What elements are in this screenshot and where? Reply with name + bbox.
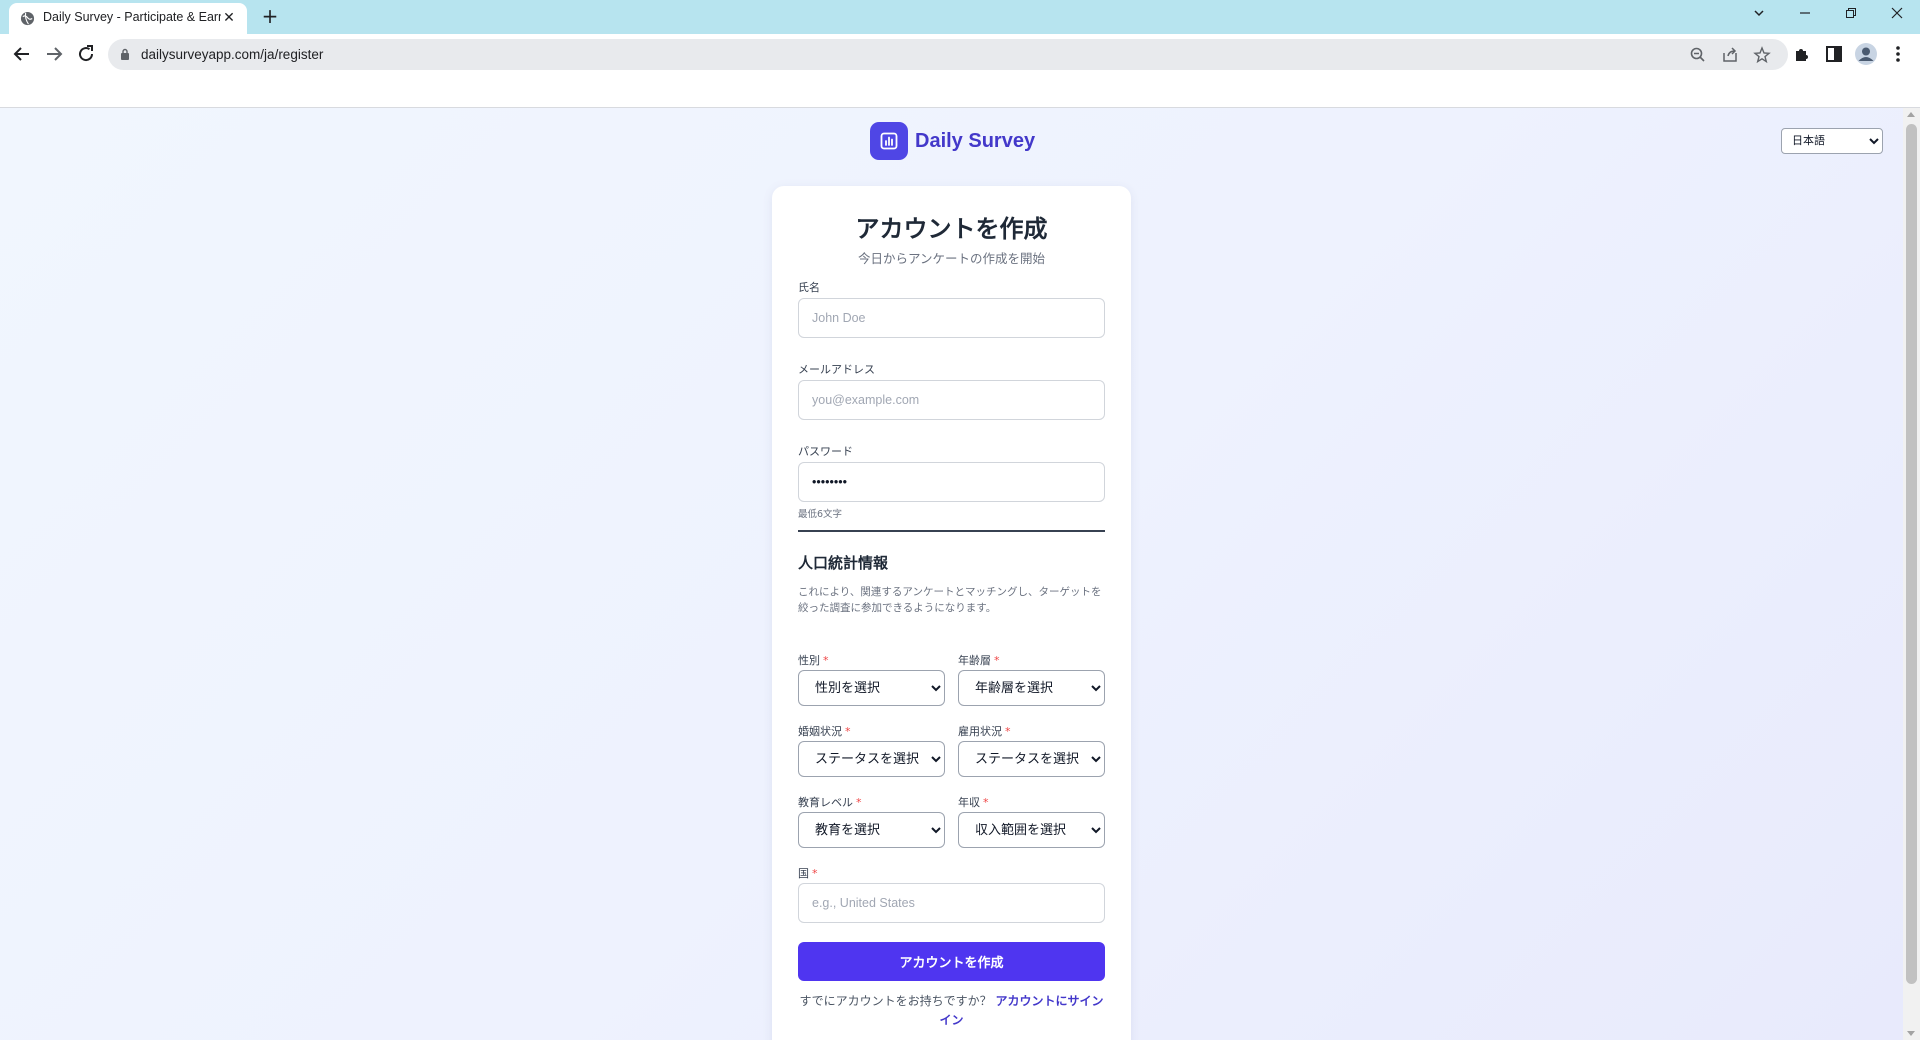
gender-select[interactable]: 性別を選択 [798, 670, 945, 706]
profile-icon[interactable] [1854, 42, 1878, 66]
page-scrollbar[interactable] [1903, 108, 1920, 1040]
age-label: 年齢層 * [958, 654, 1000, 667]
register-card: アカウントを作成 今日からアンケートの作成を開始 氏名 メールアドレス パスワー… [772, 186, 1131, 1040]
password-input[interactable] [798, 462, 1105, 502]
gender-label: 性別 * [798, 654, 829, 667]
education-label: 教育レベル * [798, 796, 862, 809]
back-icon[interactable] [10, 42, 34, 66]
demographics-description: これにより、関連するアンケートとマッチングし、ターゲットを絞った調査に参加できる… [798, 586, 1102, 614]
email-label: メールアドレス [798, 363, 875, 376]
scroll-up-icon[interactable] [1907, 112, 1915, 117]
required-mark: * [812, 867, 818, 880]
marital-select[interactable]: ステータスを選択 [798, 741, 945, 777]
name-label: 氏名 [798, 281, 820, 294]
language-select[interactable]: 日本語 [1781, 128, 1883, 154]
income-select[interactable]: 収入範囲を選択 [958, 812, 1105, 848]
employment-label: 雇用状況 * [958, 725, 1011, 738]
required-mark: * [983, 796, 989, 809]
email-input[interactable] [798, 380, 1105, 420]
page-viewport: Daily Survey 日本語 アカウントを作成 今日からアンケートの作成を開… [0, 108, 1920, 1040]
required-mark: * [1005, 725, 1011, 738]
country-input[interactable] [798, 883, 1105, 923]
new-tab-button[interactable]: + [259, 6, 281, 28]
age-select[interactable]: 年齢層を選択 [958, 670, 1105, 706]
chart-logo-icon [870, 122, 908, 160]
tab-search-icon[interactable] [1744, 3, 1774, 29]
section-divider [798, 530, 1105, 532]
zoom-icon[interactable] [1688, 45, 1708, 65]
signin-prompt-text: すでにアカウントをお持ちですか？ [799, 994, 992, 1008]
side-panel-icon[interactable] [1822, 42, 1846, 66]
brand-name: Daily Survey [915, 129, 1036, 152]
url-text[interactable]: dailysurveyapp.com/ja/register [141, 47, 323, 62]
required-mark: * [823, 654, 829, 667]
menu-icon[interactable] [1886, 42, 1910, 66]
demographics-title: 人口統計情報 [798, 554, 889, 572]
required-mark: * [845, 725, 851, 738]
scroll-down-icon[interactable] [1907, 1031, 1915, 1036]
browser-toolbar: dailysurveyapp.com/ja/register [0, 34, 1920, 74]
signin-prompt: すでにアカウントをお持ちですか？ アカウントにサインイン [798, 992, 1105, 1030]
required-mark: * [856, 796, 862, 809]
password-hint: 最低6文字 [798, 509, 843, 520]
restore-icon[interactable] [1836, 3, 1866, 29]
password-label: パスワード [798, 445, 853, 458]
education-select[interactable]: 教育を選択 [798, 812, 945, 848]
brand-header: Daily Survey [870, 122, 1035, 160]
page-title: アカウントを作成 [855, 215, 1048, 243]
tab-close-icon[interactable]: ✕ [221, 10, 237, 26]
marital-label: 婚姻状況 * [798, 725, 851, 738]
lock-icon[interactable] [120, 48, 130, 60]
close-icon[interactable] [1882, 3, 1912, 29]
employment-select[interactable]: ステータスを選択 [958, 741, 1105, 777]
minimize-icon[interactable] [1790, 3, 1820, 29]
reload-icon[interactable] [74, 42, 98, 66]
page-subtitle: 今日からアンケートの作成を開始 [857, 251, 1045, 266]
forward-icon[interactable] [42, 42, 66, 66]
tab-title: Daily Survey - Participate & Earn [43, 10, 221, 24]
income-label: 年収 * [958, 796, 989, 809]
share-icon[interactable] [1720, 45, 1740, 65]
browser-tab-strip: Daily Survey - Participate & Earn ✕ + [0, 0, 1920, 34]
bookmarks-bar [0, 74, 1920, 108]
create-account-button[interactable]: アカウントを作成 [798, 942, 1105, 981]
required-mark: * [994, 654, 1000, 667]
extensions-icon[interactable] [1790, 42, 1814, 66]
name-input[interactable] [798, 298, 1105, 338]
globe-icon [20, 11, 35, 26]
browser-tab-active[interactable]: Daily Survey - Participate & Earn ✕ [9, 3, 247, 34]
country-label: 国 * [798, 867, 818, 880]
scrollbar-thumb[interactable] [1906, 124, 1917, 984]
star-icon[interactable] [1752, 45, 1772, 65]
address-bar[interactable]: dailysurveyapp.com/ja/register [108, 39, 1788, 70]
